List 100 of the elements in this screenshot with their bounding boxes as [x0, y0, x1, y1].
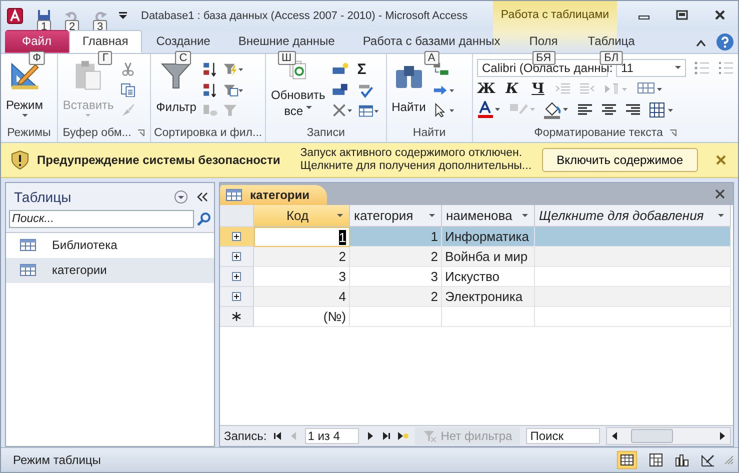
replace-icon[interactable] — [432, 62, 450, 77]
collapse-ribbon-icon[interactable] — [696, 39, 706, 47]
table-cell: 1 — [254, 227, 350, 247]
fill-color-icon[interactable] — [543, 101, 569, 119]
ribbon-tab[interactable]: Таблица — [572, 30, 650, 53]
scissors-icon[interactable] — [120, 62, 136, 77]
first-record-icon[interactable] — [272, 431, 283, 441]
horizontal-scrollbar[interactable] — [606, 427, 731, 445]
dropdown-arrow-icon — [429, 214, 435, 218]
dialog-launcher-icon[interactable] — [668, 129, 677, 137]
ribbon-tab[interactable]: Файл — [5, 30, 69, 53]
undo-icon[interactable] — [65, 9, 79, 23]
search-icon[interactable] — [197, 212, 211, 226]
expand-icon[interactable] — [232, 292, 241, 301]
last-record-icon[interactable] — [380, 431, 391, 441]
shield-warning-icon — [11, 150, 29, 170]
pane-title: Таблицы — [14, 189, 72, 205]
search-field[interactable]: Поиск... — [9, 210, 194, 228]
keytip: С — [175, 51, 192, 65]
group-label: Форматирование текста — [534, 127, 663, 141]
table-list-item[interactable]: Библиотека — [6, 233, 214, 258]
keytip: БЛ — [600, 51, 623, 65]
design-view-icon[interactable] — [701, 453, 715, 467]
pivot-table-icon[interactable] — [649, 453, 663, 467]
new-record-icon[interactable] — [396, 431, 409, 441]
row-selector[interactable] — [220, 287, 254, 307]
more-icon[interactable] — [357, 104, 382, 118]
column-header[interactable]: Щелкните для добавления — [535, 205, 731, 227]
document-tab[interactable]: категории — [220, 185, 328, 205]
ruler-pencil-icon — [8, 60, 40, 90]
table-cell: 2 — [350, 287, 442, 307]
ribbon-tab[interactable]: Поля — [514, 30, 573, 53]
enable-content-button[interactable]: Включить содержимое — [542, 148, 698, 172]
row-selector[interactable] — [220, 267, 254, 287]
ribbon-tab[interactable]: Главная — [68, 30, 142, 53]
table-list-item[interactable]: категории — [6, 258, 214, 283]
status-text: Режим таблицы — [13, 453, 101, 467]
sort-descending-icon[interactable] — [202, 82, 218, 98]
table-cell: Информатика — [442, 227, 535, 247]
save-record-icon[interactable] — [331, 82, 350, 98]
warning-message: Щелкните для получения дополнительны... — [300, 160, 532, 173]
datasheet-view-icon[interactable] — [617, 451, 637, 469]
redo-icon[interactable] — [93, 9, 107, 23]
expand-icon[interactable] — [232, 232, 241, 241]
underline-button[interactable]: Ч — [529, 81, 547, 97]
table-cell: (№) — [254, 307, 350, 327]
record-position-field[interactable]: 1 из 4 — [304, 428, 359, 444]
scroll-left-icon[interactable] — [611, 432, 620, 440]
delete-icon[interactable] — [331, 103, 354, 118]
keytip: Ф — [28, 51, 45, 65]
column-header[interactable]: наименова — [442, 205, 535, 227]
filter-off-icon — [422, 430, 437, 442]
pivot-chart-icon[interactable] — [675, 453, 689, 467]
scroll-right-icon[interactable] — [718, 432, 726, 440]
bold-button[interactable]: Ж — [477, 81, 495, 97]
expand-icon[interactable] — [232, 252, 241, 261]
search-field[interactable]: Поиск — [526, 428, 600, 444]
ribbon-tab[interactable]: Внешние данные — [224, 30, 349, 53]
dialog-launcher-icon[interactable] — [137, 129, 146, 137]
keytip: Г — [98, 51, 112, 65]
table-icon — [226, 189, 242, 201]
ribbon-tab[interactable]: Создание — [142, 30, 224, 53]
keytip: А — [424, 51, 440, 65]
row-selector[interactable] — [220, 247, 254, 267]
toggle-filter-icon[interactable] — [222, 103, 238, 118]
expand-icon[interactable] — [232, 272, 241, 281]
group-label: Записи — [306, 127, 345, 141]
customize-dropdown-icon[interactable] — [119, 12, 127, 20]
column-header[interactable]: категория — [350, 205, 442, 227]
dropdown-circle-icon[interactable] — [174, 190, 188, 204]
column-header[interactable]: Код — [254, 205, 350, 227]
resize-grip-icon[interactable] — [724, 455, 734, 465]
bullet-list-icon[interactable] — [694, 60, 710, 76]
totals-button[interactable]: Σ — [357, 62, 382, 78]
spelling-icon[interactable] — [357, 84, 376, 98]
copy-icon[interactable] — [120, 82, 136, 98]
italic-button[interactable]: К — [503, 81, 521, 97]
font-color-icon[interactable] — [477, 101, 501, 119]
dropdown-arrow-icon — [22, 114, 28, 118]
font-size-dropdown[interactable]: 11 — [616, 59, 686, 77]
table-borders-icon[interactable] — [649, 102, 675, 118]
table-cell: Войнба и мир — [442, 247, 535, 267]
dropdown-arrow-icon — [718, 214, 724, 218]
new-record-asterisk-icon — [232, 312, 241, 321]
warning-message: Запуск активного содержимого отключен. — [300, 147, 524, 160]
numbered-list-icon[interactable] — [718, 60, 734, 76]
close-icon[interactable] — [715, 189, 725, 199]
maximize-icon[interactable] — [676, 9, 688, 21]
dropdown-arrow-icon — [337, 214, 343, 218]
row-selector[interactable] — [220, 227, 254, 247]
help-icon[interactable] — [716, 33, 734, 51]
advanced-filter-icon[interactable] — [222, 82, 244, 98]
window-title: Database1 : база данных (Access 2007 - 2010) - Microsoft Access — [141, 10, 468, 22]
access-logo-icon[interactable] — [7, 8, 23, 24]
ribbon-tab[interactable]: Работа с базами данных — [348, 30, 514, 53]
close-icon[interactable] — [714, 9, 726, 21]
sort-ascending-icon[interactable] — [202, 62, 218, 77]
dropdown-arrow-icon — [675, 66, 681, 70]
group-label: Режимы — [7, 127, 51, 141]
collapse-pane-icon[interactable] — [196, 192, 208, 202]
